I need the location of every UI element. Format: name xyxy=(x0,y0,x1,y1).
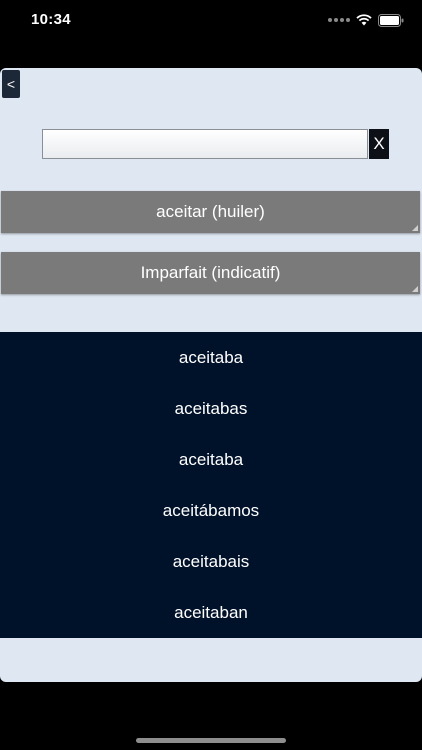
dropdown-corner-icon xyxy=(412,225,418,231)
clear-search-button[interactable]: X xyxy=(369,129,389,159)
conjugation-item: aceitaba xyxy=(178,449,244,469)
verb-select-label: aceitar (huiler) xyxy=(156,202,265,221)
conjugation-item: aceitabas xyxy=(174,398,248,418)
back-button[interactable]: < xyxy=(2,70,20,98)
conjugation-item: aceitábamos xyxy=(162,500,260,520)
tense-select-label: Imparfait (indicatif) xyxy=(140,263,281,282)
conjugation-item: aceitabais xyxy=(172,551,250,571)
conjugation-card: < X aceitar (huiler) Imparfait (indicati… xyxy=(0,68,422,682)
signal-icon xyxy=(328,18,350,22)
verb-select-button[interactable]: aceitar (huiler) xyxy=(1,191,420,233)
conjugation-list: aceitaba aceitabas aceitaba aceitábamos … xyxy=(0,332,422,638)
search-input[interactable] xyxy=(42,129,368,159)
status-bar: 10:34 xyxy=(0,0,422,44)
home-indicator[interactable] xyxy=(136,738,286,743)
status-time: 10:34 xyxy=(31,11,71,28)
tense-select-button[interactable]: Imparfait (indicatif) xyxy=(1,252,420,294)
dropdown-corner-icon xyxy=(412,286,418,292)
wifi-icon xyxy=(356,14,372,26)
battery-icon xyxy=(378,13,404,27)
conjugation-item: aceitaba xyxy=(178,347,244,367)
status-icons xyxy=(328,13,404,27)
conjugation-item: aceitaban xyxy=(174,602,248,622)
